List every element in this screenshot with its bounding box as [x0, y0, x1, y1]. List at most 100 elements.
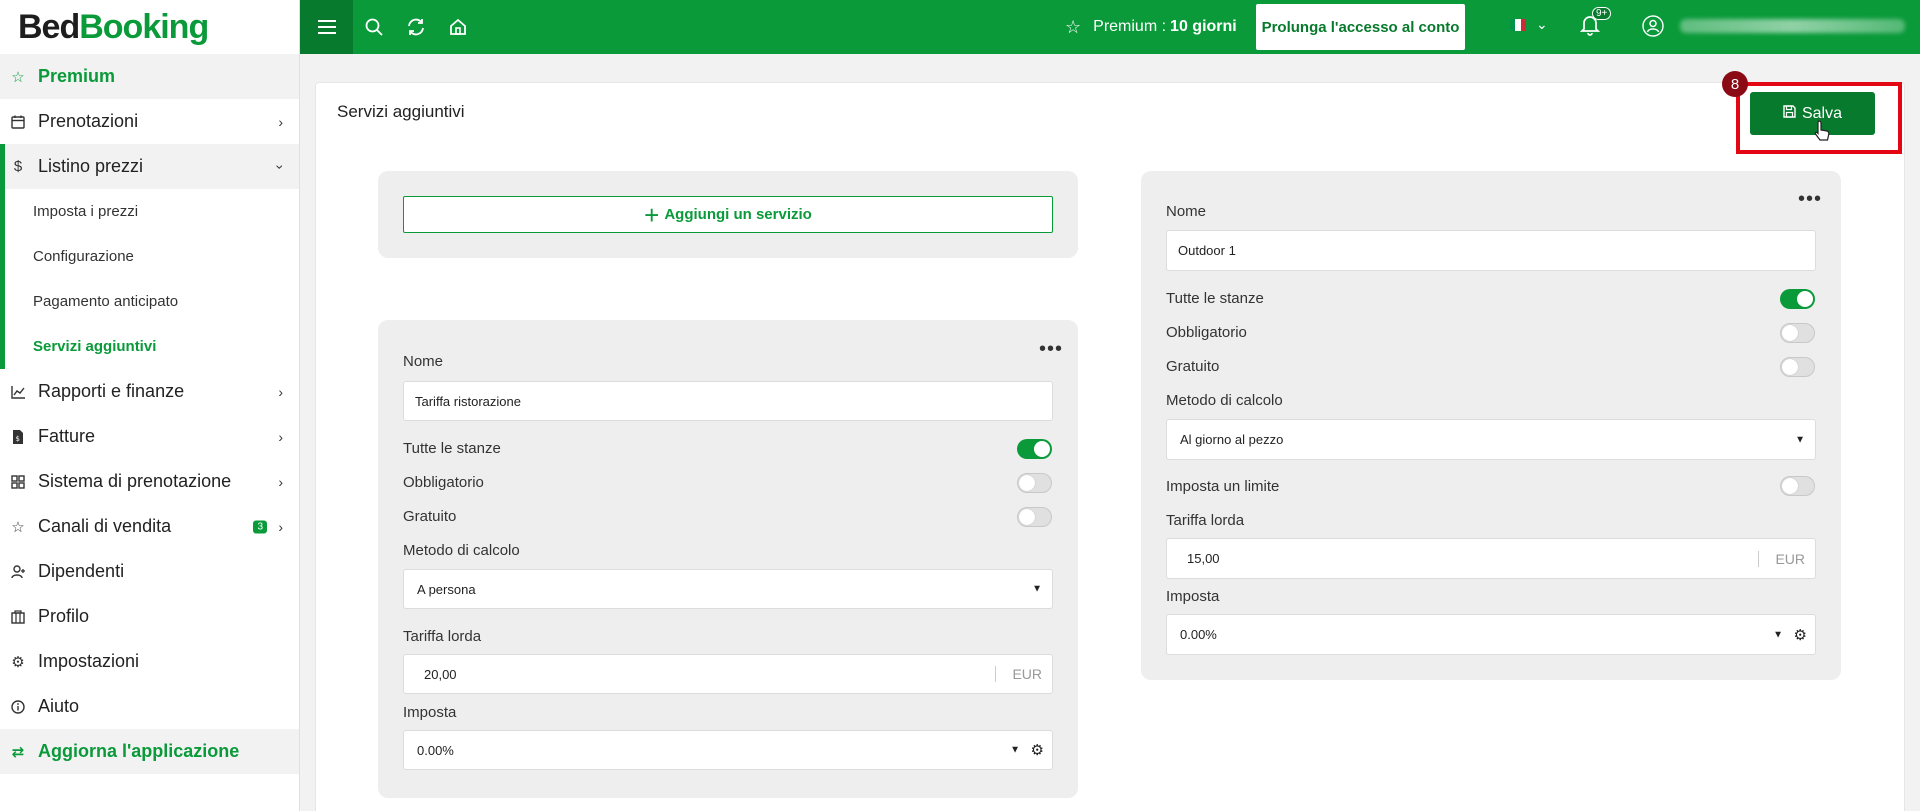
sidebar-subitem-imposta-prezzi[interactable]: Imposta i prezzi	[0, 189, 299, 234]
hamburger-menu-icon[interactable]	[300, 0, 353, 54]
sidebar-subitem-pagamento-anticipato[interactable]: Pagamento anticipato	[0, 279, 299, 324]
toggle-knob	[1782, 478, 1798, 494]
star-icon: ☆	[11, 518, 25, 536]
sidebar-item-aiuto[interactable]: Aiuto	[0, 684, 299, 729]
chart-icon	[10, 384, 26, 400]
chevron-right-icon: ›	[278, 473, 283, 490]
sidebar-subitem-configurazione[interactable]: Configurazione	[0, 234, 299, 279]
sidebar-item-sistema-prenotazione[interactable]: Sistema di prenotazione ›	[0, 459, 299, 504]
sidebar-item-label: Prenotazioni	[38, 111, 139, 131]
redacted-user-email	[1680, 19, 1905, 33]
refresh-icon[interactable]	[395, 0, 437, 54]
chevron-down-icon: ›	[272, 164, 289, 169]
mandatory-label: Obbligatorio	[403, 474, 484, 491]
all-rooms-toggle[interactable]	[1780, 289, 1815, 309]
caret-down-icon: ▼	[1032, 583, 1042, 595]
name-label: Nome	[403, 353, 444, 370]
flag-stripe	[1520, 19, 1526, 31]
sidebar-item-label: Canali di vendita	[38, 516, 172, 536]
sidebar-subitem-servizi-aggiuntivi[interactable]: Servizi aggiuntivi	[0, 324, 299, 369]
grid-icon	[10, 474, 26, 490]
sidebar-item-label: Rapporti e finanze	[38, 381, 185, 401]
refresh-icon: ⇄	[11, 743, 25, 761]
extend-access-button[interactable]: Prolunga l'accesso al conto	[1256, 4, 1465, 50]
calendar-icon	[10, 114, 26, 130]
page-title: Servizi aggiuntivi	[337, 102, 465, 121]
sidebar-item-label: Fatture	[38, 426, 96, 446]
more-options-icon[interactable]: •••	[1798, 189, 1822, 209]
free-label: Gratuito	[1166, 358, 1220, 375]
user-avatar-icon[interactable]	[1642, 15, 1664, 42]
tax-select[interactable]: 0.00% ▼ ⚙	[403, 730, 1053, 770]
gross-rate-input[interactable]: 15,00 EUR	[1166, 538, 1816, 579]
mouse-pointer-icon	[1814, 120, 1830, 148]
save-button[interactable]: Salva	[1750, 92, 1875, 135]
sidebar-item-canali-vendita[interactable]: ☆ Canali di vendita 3 ›	[0, 504, 299, 549]
sidebar-item-impostazioni[interactable]: ⚙ Impostazioni	[0, 639, 299, 684]
user-add-icon	[10, 564, 26, 580]
sidebar-item-label: Listino prezzi	[38, 156, 144, 176]
service-name-input[interactable]: Outdoor 1	[1166, 230, 1816, 271]
toggle-knob	[1782, 325, 1798, 341]
all-rooms-label: Tutte le stanze	[1166, 290, 1264, 307]
service-name-input[interactable]: Tariffa ristorazione	[403, 381, 1053, 421]
currency-suffix: EUR	[1758, 550, 1805, 567]
dollar-icon: $	[13, 158, 23, 175]
invoice-icon: $	[10, 429, 26, 445]
gear-icon[interactable]: ⚙	[1031, 741, 1044, 759]
gross-rate-input[interactable]: 20,00 EUR	[403, 654, 1053, 694]
notifications-bell-icon[interactable]: 9+	[1579, 7, 1612, 41]
chevron-right-icon: ›	[278, 113, 283, 130]
notification-count-badge: 9+	[1592, 7, 1612, 20]
sidebar-item-dipendenti[interactable]: Dipendenti	[0, 549, 299, 594]
language-flag-icon[interactable]	[1510, 19, 1526, 31]
star-icon: ☆	[1065, 16, 1082, 37]
name-label: Nome	[1166, 203, 1207, 220]
gear-icon[interactable]: ⚙	[1794, 626, 1807, 644]
set-limit-toggle[interactable]	[1780, 476, 1815, 496]
sidebar: Bed Booking ☆ Premium Prenotazioni › $ Li…	[0, 0, 300, 811]
sidebar-item-label: Aiuto	[38, 696, 80, 716]
chevron-down-icon[interactable]: ⌄	[1536, 16, 1548, 33]
all-rooms-toggle[interactable]	[1017, 439, 1052, 459]
add-service-button[interactable]: + Aggiungi un servizio	[403, 196, 1053, 233]
building-icon	[10, 609, 26, 625]
calc-method-label: Metodo di calcolo	[1166, 392, 1283, 409]
home-icon[interactable]	[437, 0, 479, 54]
mandatory-toggle[interactable]	[1017, 473, 1052, 493]
sidebar-item-aggiorna[interactable]: ⇄ Aggiorna l'applicazione	[0, 729, 299, 774]
sidebar-item-label: Sistema di prenotazione	[38, 471, 232, 491]
sidebar-item-profilo[interactable]: Profilo	[0, 594, 299, 639]
sidebar-item-premium[interactable]: ☆ Premium	[0, 54, 299, 99]
calc-method-label: Metodo di calcolo	[403, 542, 520, 559]
tax-select[interactable]: 0.00% ▼ ⚙	[1166, 614, 1816, 655]
sidebar-item-fatture[interactable]: $ Fatture ›	[0, 414, 299, 459]
search-icon[interactable]	[353, 0, 395, 54]
free-toggle[interactable]	[1017, 507, 1052, 527]
gross-rate-label: Tariffa lorda	[1166, 512, 1245, 529]
save-disk-icon	[1783, 104, 1796, 123]
toggle-knob	[1782, 359, 1798, 375]
premium-status[interactable]: ☆ Premium : 10 giorni	[1065, 0, 1237, 54]
logo[interactable]: Bed Booking	[0, 0, 299, 54]
sidebar-item-label: Profilo	[38, 606, 90, 626]
mandatory-toggle[interactable]	[1780, 323, 1815, 343]
calc-method-select[interactable]: A persona ▼	[403, 569, 1053, 609]
chevron-right-icon: ›	[278, 428, 283, 445]
toggle-knob	[1019, 509, 1035, 525]
gross-rate-label: Tariffa lorda	[403, 628, 482, 645]
caret-down-icon: ▼	[1795, 434, 1805, 445]
calc-method-select[interactable]: Al giorno al pezzo ▼	[1166, 419, 1816, 460]
top-bar: ☆ Premium : 10 giorni Prolunga l'accesso…	[300, 0, 1920, 54]
sidebar-item-prenotazioni[interactable]: Prenotazioni ›	[0, 99, 299, 144]
gear-icon: ⚙	[11, 653, 25, 671]
app-root: Bed Booking ☆ Premium Prenotazioni › $ Li…	[0, 0, 1920, 811]
sidebar-item-label: Premium	[38, 66, 116, 86]
sidebar-item-listino-prezzi[interactable]: $ Listino prezzi ›	[0, 144, 299, 189]
more-options-icon[interactable]: •••	[1039, 339, 1063, 359]
free-toggle[interactable]	[1780, 357, 1815, 377]
step-number-badge: 8	[1722, 71, 1748, 97]
set-limit-label: Imposta un limite	[1166, 478, 1280, 495]
currency-suffix: EUR	[995, 666, 1042, 682]
sidebar-item-rapporti[interactable]: Rapporti e finanze ›	[0, 369, 299, 414]
